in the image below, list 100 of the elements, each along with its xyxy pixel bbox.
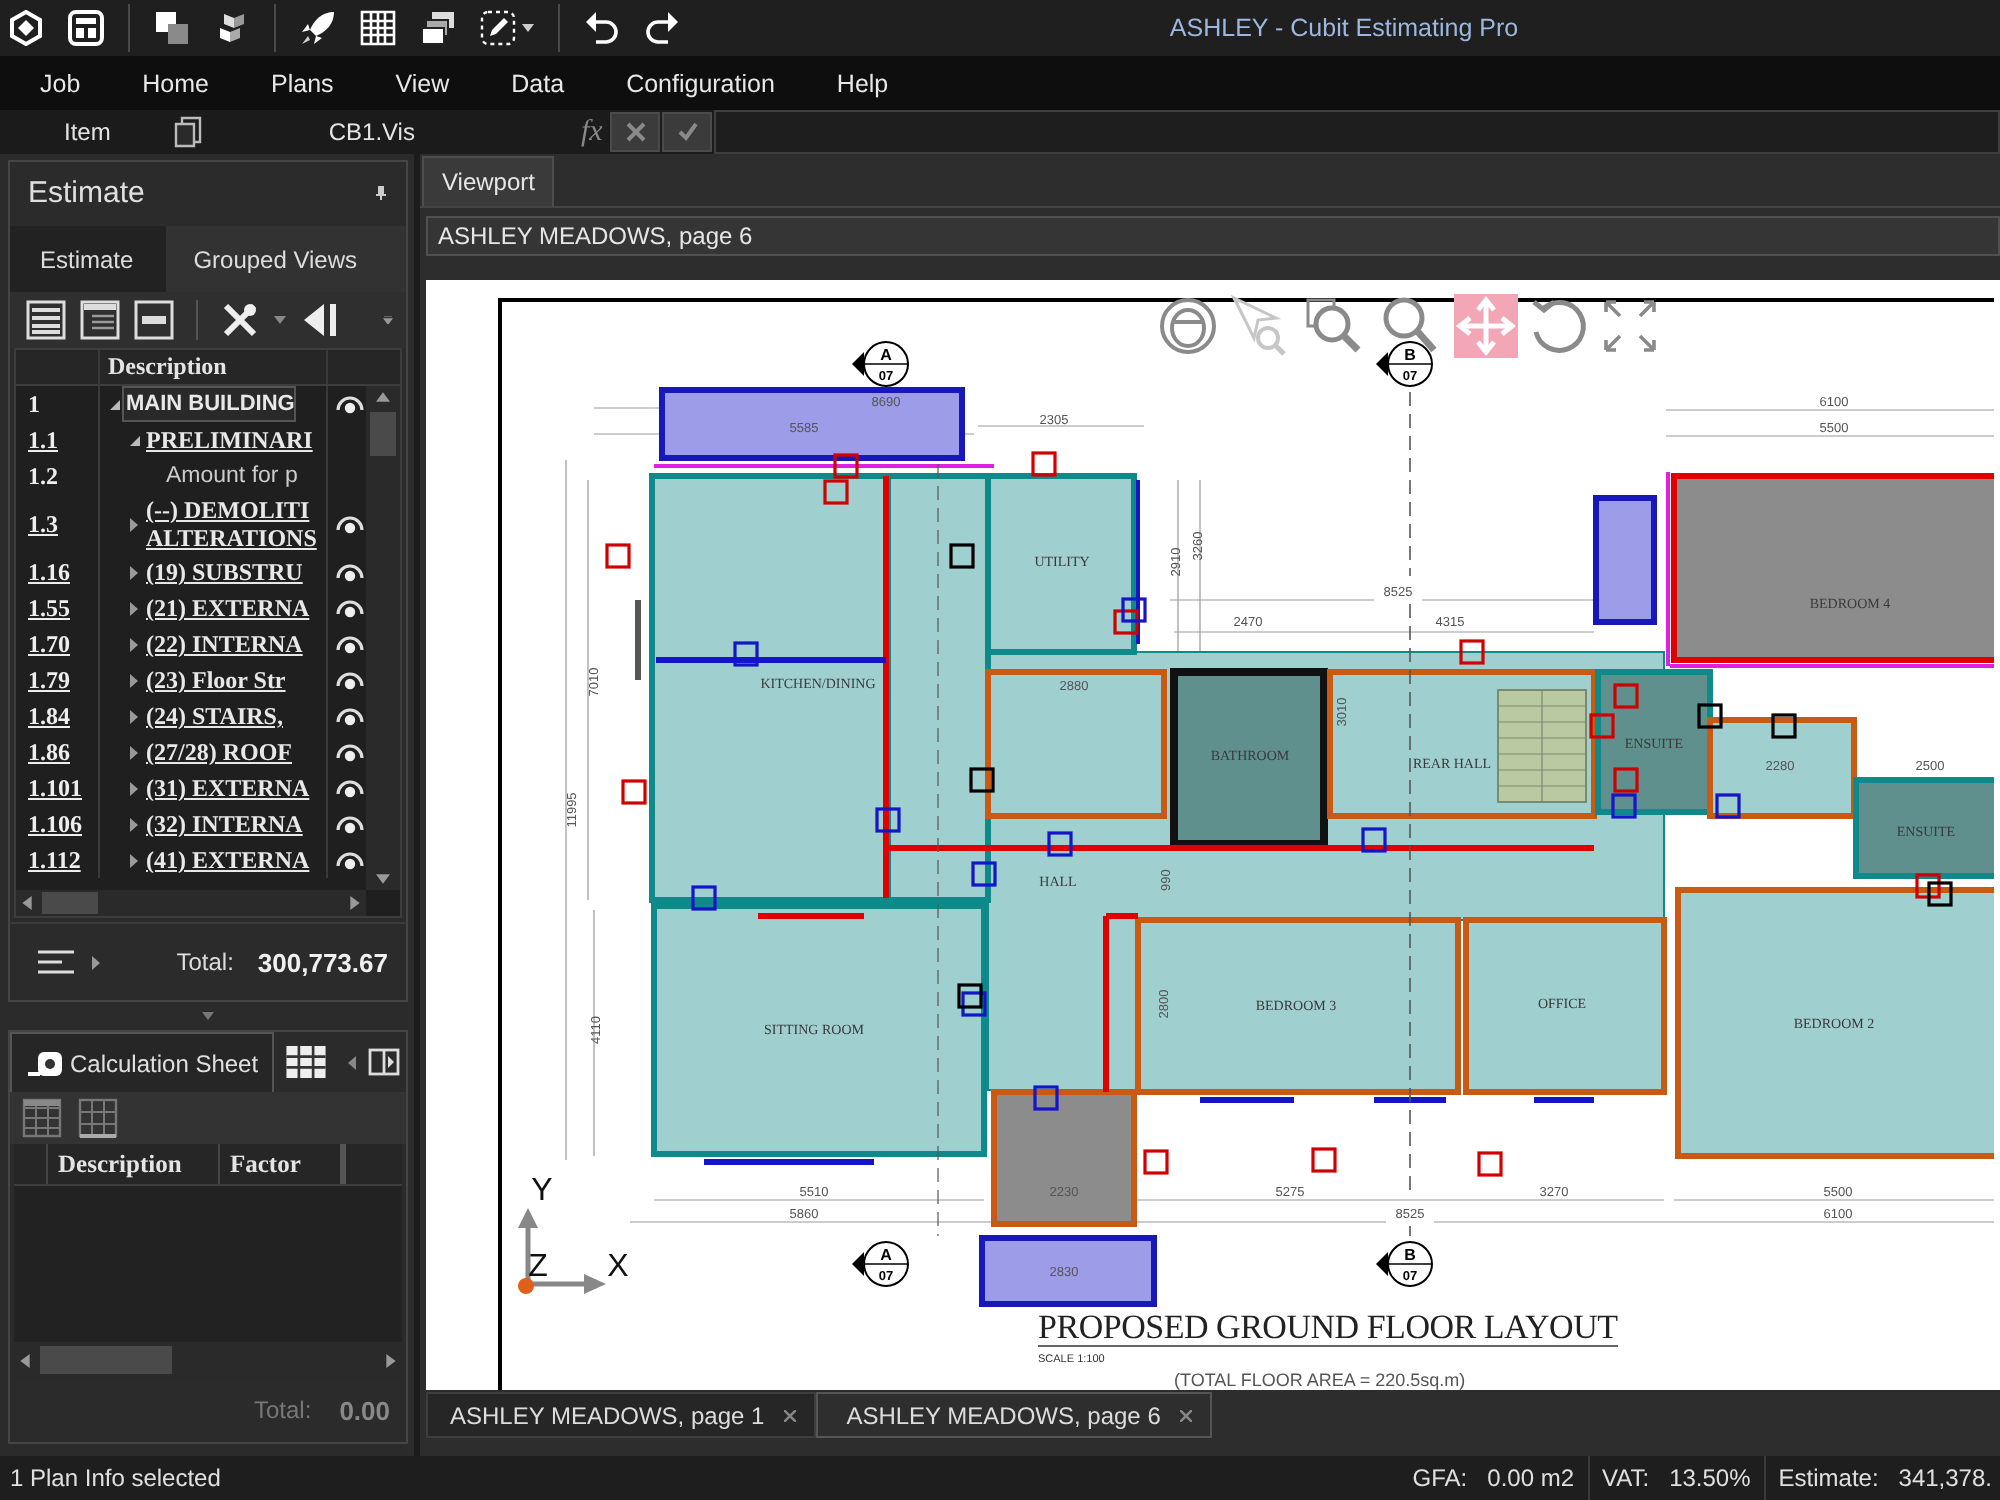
caret-right-icon[interactable] [130, 853, 138, 867]
edit-pencil-icon[interactable] [480, 10, 516, 46]
tree-row[interactable]: 1.55 (21) EXTERNA [16, 590, 366, 626]
caret-down-icon[interactable] [522, 24, 534, 32]
document-tab[interactable]: ASHLEY MEADOWS, page 1 [426, 1392, 817, 1438]
panel-tab[interactable]: Estimate [10, 226, 166, 292]
caret-down-icon[interactable] [109, 399, 119, 409]
cancel-button[interactable] [610, 112, 661, 152]
menu-icon[interactable] [38, 950, 74, 974]
eye-icon[interactable] [335, 634, 363, 654]
table-grid-icon[interactable] [22, 1098, 62, 1138]
row-number[interactable]: 1.84 [28, 701, 70, 731]
row-number[interactable]: 1.101 [28, 773, 82, 803]
form-view-icon[interactable] [80, 300, 120, 340]
eye-icon[interactable] [335, 670, 363, 690]
row-number[interactable]: 1.70 [28, 629, 70, 659]
row-number[interactable]: 1.106 [28, 809, 82, 839]
cubes-icon[interactable] [214, 10, 250, 46]
eye-icon[interactable] [335, 814, 363, 834]
caret-right-icon[interactable] [130, 745, 138, 759]
collapse-rows-icon[interactable] [134, 300, 174, 340]
column-header[interactable]: Description [48, 1144, 220, 1184]
list-view-icon[interactable] [26, 300, 66, 340]
orbit-icon[interactable] [1160, 298, 1216, 354]
tree-row[interactable]: 1.70 (22) INTERNA [16, 626, 366, 662]
grid-icon[interactable] [360, 10, 396, 46]
panel-toggle-icon[interactable] [368, 1048, 401, 1076]
caret-down-icon[interactable] [129, 435, 139, 445]
menu-item[interactable]: Help [836, 69, 889, 97]
row-number[interactable]: 1.16 [28, 557, 70, 587]
tree-row[interactable]: 1.106 (32) INTERNA [16, 806, 366, 842]
row-number[interactable]: 1.79 [28, 665, 70, 695]
close-icon[interactable] [1180, 1409, 1193, 1421]
tree-row[interactable]: 1.2 Amount for p [16, 458, 366, 494]
caret-right-icon[interactable] [130, 817, 138, 831]
tree-row[interactable]: 1.3 (--) DEMOLITI ALTERATIONS [16, 494, 366, 554]
eye-icon[interactable] [335, 706, 363, 726]
eye-icon[interactable] [335, 778, 363, 798]
scrollbar-thumb[interactable] [42, 892, 98, 914]
row-number[interactable]: 1.55 [28, 593, 70, 623]
zoom-icon[interactable] [1383, 297, 1437, 353]
redo-icon[interactable] [644, 10, 680, 46]
row-number[interactable]: 1.2 [28, 461, 58, 491]
pin-icon[interactable] [376, 185, 386, 199]
copy-icon[interactable] [154, 10, 190, 46]
scroll-left-icon[interactable] [20, 1353, 30, 1367]
function-label[interactable]: fx [580, 115, 603, 149]
confirm-button[interactable] [662, 112, 713, 152]
tree-row[interactable]: 1.84 (24) STAIRS, [16, 698, 366, 734]
tree-row[interactable]: 1 MAIN BUILDING [16, 386, 366, 422]
menu-item[interactable]: Plans [271, 69, 334, 97]
menu-item[interactable]: Data [511, 69, 565, 97]
eye-icon[interactable] [335, 742, 363, 762]
eye-icon[interactable] [335, 514, 363, 534]
horizontal-scrollbar[interactable] [14, 1342, 402, 1378]
tree-row[interactable]: 1.16 (19) SUBSTRU [16, 554, 366, 590]
eye-icon[interactable] [335, 850, 363, 870]
fit-arrows-icon[interactable] [1604, 300, 1656, 352]
formula-input[interactable] [714, 110, 2000, 154]
caret-right-icon[interactable] [130, 673, 138, 687]
tools-icon[interactable] [220, 300, 260, 340]
layout-icon[interactable] [68, 10, 104, 46]
caret-right-icon[interactable] [92, 955, 100, 969]
tree-row[interactable]: 1.79 (23) Floor Str [16, 662, 366, 698]
scrollbar-thumb[interactable] [370, 412, 396, 456]
undo-icon[interactable] [584, 10, 620, 46]
document-tab[interactable]: ASHLEY MEADOWS, page 6 [816, 1392, 1213, 1438]
zoom-window-icon[interactable] [1306, 298, 1361, 353]
windows-icon[interactable] [420, 10, 456, 46]
rotate-icon[interactable] [1532, 300, 1586, 353]
caret-right-icon[interactable] [130, 517, 138, 531]
documents-icon[interactable] [174, 116, 203, 148]
eye-icon[interactable] [335, 598, 363, 618]
row-number[interactable]: 1 [28, 389, 40, 419]
tree-row[interactable]: 1.112 (41) EXTERNA [16, 842, 366, 878]
viewport-tab[interactable]: Viewport [422, 156, 555, 206]
panel-tab[interactable]: Calculation Sheet [10, 1032, 275, 1092]
collapse-panel-icon[interactable] [300, 300, 340, 340]
caret-right-icon[interactable] [130, 709, 138, 723]
row-number[interactable]: 1.3 [28, 509, 58, 539]
row-number[interactable]: 1.86 [28, 737, 70, 767]
scroll-up-icon[interactable] [376, 392, 390, 402]
eye-icon[interactable] [335, 562, 363, 582]
caret-right-icon[interactable] [130, 601, 138, 615]
tree-row[interactable]: 1.101 (31) EXTERNA [16, 770, 366, 806]
menu-item[interactable]: Job [40, 69, 81, 97]
menu-item[interactable]: Home [142, 69, 209, 97]
table-grid-icon[interactable] [78, 1098, 118, 1138]
caret-right-icon[interactable] [130, 565, 138, 579]
tree-row[interactable]: 1.86 (27/28) ROOF [16, 734, 366, 770]
rocket-icon[interactable] [300, 10, 336, 46]
row-number[interactable]: 1.1 [28, 425, 58, 455]
panel-tab[interactable]: Grouped Views [165, 226, 386, 292]
close-icon[interactable] [784, 1409, 797, 1421]
tree-row[interactable]: 1.1 PRELIMINARI [16, 422, 366, 458]
scroll-right-icon[interactable] [386, 1353, 396, 1367]
vertical-scrollbar[interactable] [366, 386, 400, 890]
horizontal-scrollbar[interactable] [16, 890, 366, 916]
caret-left-icon[interactable] [348, 1055, 357, 1069]
scroll-left-icon[interactable] [22, 896, 32, 910]
